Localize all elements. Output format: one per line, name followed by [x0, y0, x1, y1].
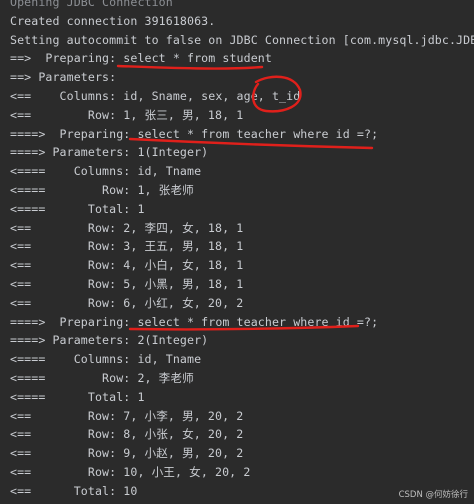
console-line-teacher-query: ====> Preparing: select * from teacher w… — [10, 126, 379, 141]
console-line-row: <== Row: 4, 小白, 女, 18, 1 — [10, 258, 244, 273]
console-line: ==> Parameters: — [10, 70, 124, 85]
console-line-columns: <== Columns: id, Sname, sex, age, t_id — [10, 88, 301, 103]
console-line: <==== Columns: id, Tname — [10, 164, 202, 179]
console-line: <==== Columns: id, Tname — [10, 352, 202, 367]
console-line: Created connection 391618063. — [10, 13, 216, 28]
console-line: <==== Total: 1 — [10, 201, 145, 216]
console-line-row: <== Row: 5, 小黑, 男, 18, 1 — [10, 276, 244, 291]
console-output[interactable]: Opening JDBC Connection Created connecti… — [0, 0, 474, 501]
console-line: ====> Parameters: 1(Integer) — [10, 145, 209, 160]
console-line-row: <== Row: 7, 小李, 男, 20, 2 — [10, 408, 244, 423]
console-line-teacher-query: ====> Preparing: select * from teacher w… — [10, 314, 379, 329]
console-line-student-query: ==> Preparing: select * from student — [10, 51, 272, 66]
console-line-row: <== Row: 8, 小张, 女, 20, 2 — [10, 427, 244, 442]
console-line-row: <== Row: 10, 小王, 女, 20, 2 — [10, 464, 251, 479]
console-line-row: <== Row: 1, 张三, 男, 18, 1 — [10, 107, 244, 122]
console-window: Opening JDBC Connection Created connecti… — [0, 0, 474, 504]
console-line-row: <== Row: 2, 李四, 女, 18, 1 — [10, 220, 244, 235]
console-line-row: <==== Row: 1, 张老师 — [10, 182, 194, 197]
console-line-row: <== Row: 3, 王五, 男, 18, 1 — [10, 239, 244, 254]
console-line: Opening JDBC Connection — [10, 0, 173, 9]
console-line: Setting autocommit to false on JDBC Conn… — [10, 32, 474, 47]
console-line-row: <== Row: 9, 小赵, 男, 20, 2 — [10, 446, 244, 461]
watermark: CSDN @何妨徐行 — [398, 490, 468, 500]
console-line: ====> Parameters: 2(Integer) — [10, 333, 209, 348]
console-line-row: <== Row: 6, 小红, 女, 20, 2 — [10, 295, 244, 310]
console-line-row: <==== Row: 2, 李老师 — [10, 370, 194, 385]
console-line: <==== Total: 1 — [10, 389, 145, 404]
